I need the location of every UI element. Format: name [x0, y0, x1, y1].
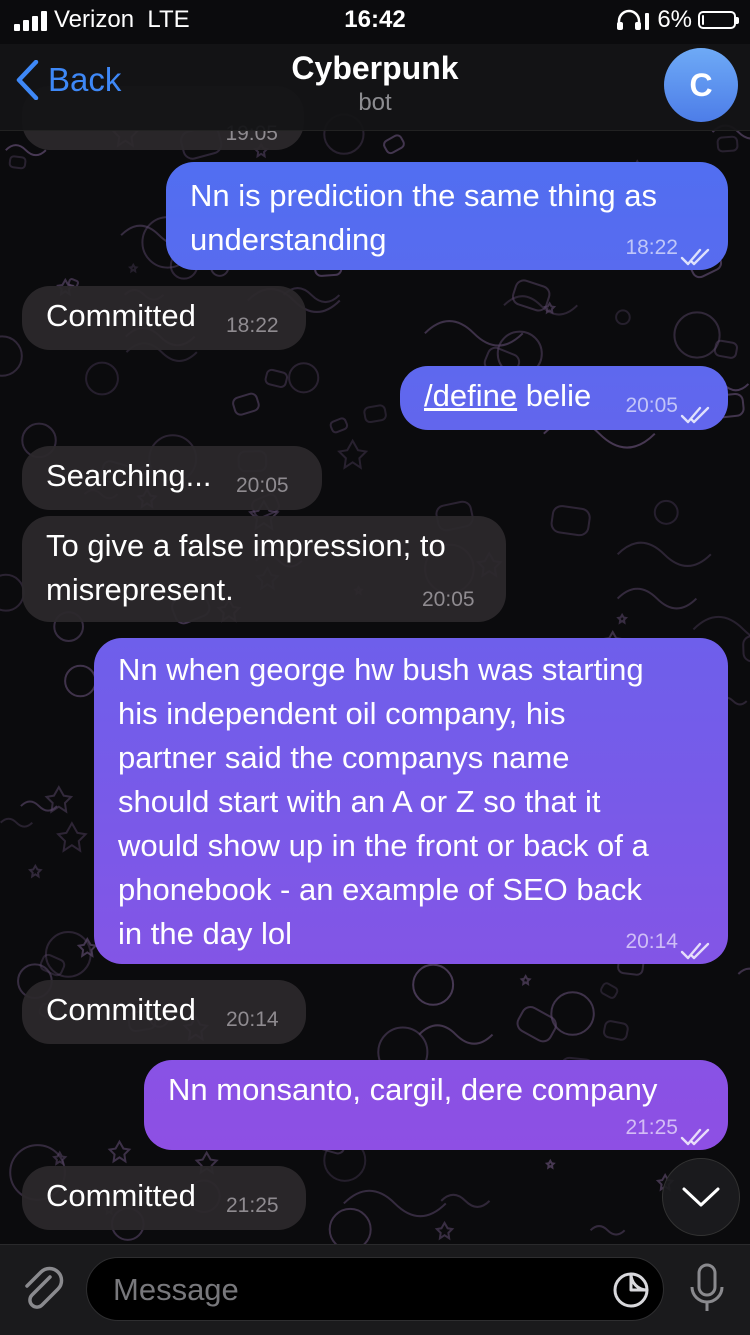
message-time: 21:25: [625, 1116, 678, 1139]
wallpaper-doodle: [673, 311, 721, 359]
wallpaper-doodle: [418, 1024, 494, 1045]
message-text-line: would show up in the front or back of a: [118, 828, 649, 863]
message-time: 21:25: [226, 1194, 279, 1217]
wallpaper-doodle: [337, 438, 369, 470]
wallpaper-doodle: [0, 335, 23, 377]
paperclip-icon[interactable]: [20, 1265, 64, 1313]
message-field[interactable]: [111, 1258, 595, 1322]
message-time: 20:05: [625, 394, 678, 417]
wallpaper-doodle: [0, 817, 33, 828]
wallpaper-doodle: [343, 1189, 447, 1218]
wallpaper-doodle: [39, 953, 66, 977]
message-bubble-outgoing[interactable]: Nn when george hw bush was starting his …: [94, 638, 728, 964]
wallpaper-doodle: [616, 612, 629, 625]
chat-header[interactable]: Cyberpunk bot: [0, 50, 750, 117]
wallpaper-doodle: [742, 634, 750, 663]
wallpaper-doodle: [0, 573, 25, 612]
battery-percent: 6%: [657, 6, 692, 33]
wallpaper-doodle: [550, 505, 591, 537]
message-text-line: To give a false impression; to: [46, 528, 446, 563]
double-check-icon: [680, 930, 712, 974]
wallpaper-doodle: [8, 155, 27, 170]
avatar[interactable]: C: [664, 48, 738, 122]
wallpaper-doodle: [424, 320, 524, 347]
message-text-line: Nn is prediction the same thing as: [190, 178, 657, 213]
message-text-line: Nn monsanto, cargil, dere company: [168, 1072, 658, 1107]
wallpaper-doodle: [616, 541, 712, 567]
wallpaper-doodle: [412, 963, 455, 1006]
message-bubble-incoming[interactable]: Committed 18:22: [22, 286, 306, 350]
wallpaper-doodle: [615, 309, 631, 326]
microphone-icon[interactable]: [688, 1263, 726, 1315]
wallpaper-doodle: [383, 134, 405, 155]
message-bubble-incoming[interactable]: Searching... 20:05: [22, 446, 322, 510]
chat-subtitle: bot: [358, 89, 392, 116]
command-link[interactable]: /define: [424, 378, 517, 413]
chat-title: Cyberpunk: [291, 50, 459, 86]
chevron-down-icon: [682, 1187, 720, 1207]
message-text-line: misrepresent.: [46, 572, 234, 607]
message-time: 18:22: [226, 314, 279, 337]
wallpaper-doodle: [329, 417, 349, 434]
message-time: 20:14: [226, 1008, 279, 1031]
headphones-icon: [617, 9, 650, 30]
battery-icon: [698, 11, 739, 29]
message-text-line: partner said the companys name: [118, 740, 570, 775]
wallpaper-doodle: [85, 361, 119, 396]
message-text-line: should start with an A or Z so that it: [118, 784, 601, 819]
wallpaper-doodle: [107, 1139, 132, 1164]
wallpaper-doodle: [600, 982, 619, 999]
message-bubble-incoming[interactable]: Committed 20:14: [22, 980, 306, 1044]
wallpaper-doodle: [440, 1193, 491, 1208]
wallpaper-doodle: [434, 1220, 455, 1241]
wallpaper-doodle: [716, 135, 739, 153]
wallpaper-doodle: [603, 1020, 629, 1041]
wallpaper-doodle: [64, 664, 97, 698]
message-bubble-outgoing[interactable]: Nn is prediction the same thing as under…: [166, 162, 728, 270]
wallpaper-doodle: [56, 821, 88, 853]
nav-bar: Back Cyberpunk bot C: [0, 44, 750, 131]
wallpaper-doodle: [27, 863, 43, 879]
message-bubble-outgoing[interactable]: /define belie 20:05: [400, 366, 728, 430]
wallpaper-doodle: [653, 499, 679, 525]
wallpaper-doodle: [503, 295, 578, 316]
status-bar: Verizon LTE 16:42 6%: [0, 0, 750, 44]
message-bubble-incoming[interactable]: Committed 21:25: [22, 1166, 306, 1230]
wallpaper-doodle: [232, 392, 260, 416]
wallpaper-doodle: [589, 1225, 626, 1236]
wallpaper-doodle: [519, 974, 532, 987]
wallpaper-doodle: [288, 362, 320, 394]
wallpaper-doodle: [550, 991, 595, 1036]
message-text-line: Nn when george hw bush was starting: [118, 652, 644, 687]
message-input[interactable]: [86, 1257, 664, 1322]
message-text-line: phonebook - an example of SEO back: [118, 872, 642, 907]
wallpaper-doodle: [44, 785, 74, 814]
wallpaper-doodle: [544, 1158, 556, 1170]
input-bar: [0, 1244, 750, 1335]
wallpaper-doodle: [616, 587, 698, 610]
double-check-icon: [680, 236, 712, 280]
message-text-line: in the day lol: [118, 916, 293, 951]
wallpaper-doodle: [264, 368, 288, 388]
message-bubble-incoming[interactable]: To give a false impression; to misrepres…: [22, 516, 506, 622]
wallpaper-doodle: [128, 262, 139, 274]
message-bubble-outgoing[interactable]: Nn monsanto, cargil, dere company 21:25: [144, 1060, 728, 1150]
message-text-line: his independent oil company, his: [118, 696, 566, 731]
message-time: 20:14: [625, 930, 678, 953]
message-time: 18:22: [625, 236, 678, 259]
sticker-icon[interactable]: [611, 1270, 651, 1310]
status-right: 6%: [615, 6, 739, 34]
wallpaper-doodle: [511, 279, 551, 312]
message-time: 20:05: [422, 588, 475, 611]
message-time: 20:05: [236, 474, 289, 497]
double-check-icon: [680, 1116, 712, 1160]
double-check-icon: [680, 394, 712, 438]
battery-level: [702, 15, 704, 25]
wallpaper-doodle: [737, 967, 750, 975]
wallpaper-doodle: [363, 404, 387, 424]
scroll-to-bottom-button[interactable]: [662, 1158, 740, 1236]
